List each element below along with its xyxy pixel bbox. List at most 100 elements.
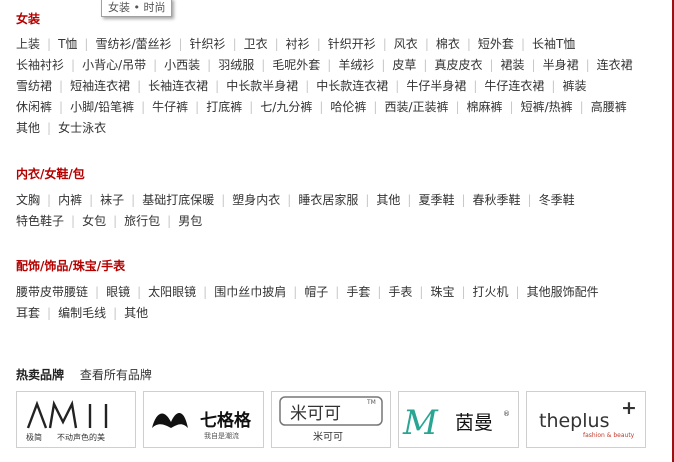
- category-link[interactable]: 羽绒服: [218, 58, 254, 72]
- category-link[interactable]: 手表: [388, 285, 412, 299]
- link-separator: |: [137, 285, 142, 299]
- category-link[interactable]: 打底裤: [206, 100, 242, 114]
- link-separator: |: [95, 285, 100, 299]
- category-link[interactable]: 春秋季鞋: [473, 193, 521, 207]
- category-links: 腰带皮带腰链 | 眼镜 | 太阳眼镜 | 围巾丝巾披肩 | 帽子 | 手套 | 手表 | 珠宝 | 打火机 | 其他…: [16, 282, 656, 324]
- category-link[interactable]: 真皮皮衣: [434, 58, 482, 72]
- link-separator: |: [381, 58, 386, 72]
- category-link[interactable]: 中长款半身裙: [226, 79, 298, 93]
- category-link[interactable]: 针织开衫: [328, 37, 376, 51]
- category-link[interactable]: 羊绒衫: [338, 58, 374, 72]
- category-link[interactable]: 夏季鞋: [418, 193, 454, 207]
- category-link[interactable]: 围巾丝巾披肩: [214, 285, 286, 299]
- category-link[interactable]: 其他服饰配件: [527, 285, 599, 299]
- category-link[interactable]: 卫衣: [244, 37, 268, 51]
- category-link[interactable]: 打火机: [473, 285, 509, 299]
- category-link[interactable]: 牛仔裤: [152, 100, 188, 114]
- category-link[interactable]: 小背心/吊带: [82, 58, 146, 72]
- category-link[interactable]: 其他: [16, 121, 40, 135]
- category-link[interactable]: 帽子: [304, 285, 328, 299]
- category-link[interactable]: 棉麻裤: [467, 100, 503, 114]
- category-link[interactable]: 太阳眼镜: [148, 285, 196, 299]
- link-separator: |: [89, 193, 94, 207]
- category-link[interactable]: 内裤: [58, 193, 82, 207]
- category-link[interactable]: 小脚/铅笔裤: [70, 100, 134, 114]
- category-link[interactable]: 衬衫: [286, 37, 310, 51]
- link-separator: |: [423, 58, 428, 72]
- category-link[interactable]: 男包: [178, 214, 202, 228]
- category-link[interactable]: 雪纺裙: [16, 79, 52, 93]
- category-link[interactable]: 手套: [346, 285, 370, 299]
- category-link[interactable]: 其他: [376, 193, 400, 207]
- qigege-tag: 我自是潮流: [204, 431, 239, 440]
- category-link[interactable]: T恤: [58, 37, 77, 51]
- link-separator: |: [527, 193, 532, 207]
- category-link[interactable]: 休闲裤: [16, 100, 52, 114]
- category-link[interactable]: 短袖连衣裙: [70, 79, 130, 93]
- link-separator: |: [84, 37, 89, 51]
- link-separator: |: [137, 79, 142, 93]
- category-link[interactable]: 其他: [124, 306, 148, 320]
- category-link[interactable]: 连衣裙: [597, 58, 633, 72]
- category-link[interactable]: 长袖衬衫: [16, 58, 64, 72]
- category-link[interactable]: 长袖T恤: [532, 37, 575, 51]
- link-separator: |: [395, 79, 400, 93]
- category-link[interactable]: 女包: [82, 214, 106, 228]
- category-link[interactable]: 哈伦裤: [330, 100, 366, 114]
- section-title[interactable]: 内衣/女鞋/包: [16, 163, 656, 185]
- category-link[interactable]: 短裤/热裤: [521, 100, 573, 114]
- mikeke-sub: 米可可: [313, 430, 343, 443]
- category-link[interactable]: 中长款连衣裙: [316, 79, 388, 93]
- brand-logo-amii[interactable]: 极简 不动声色的美: [16, 391, 136, 448]
- category-link[interactable]: 耳套: [16, 306, 40, 320]
- category-link[interactable]: 牛仔半身裙: [406, 79, 466, 93]
- brand-logo-mikeke[interactable]: 米可可 TM 米可可: [271, 391, 391, 448]
- section-title[interactable]: 女装: [16, 8, 656, 30]
- category-link[interactable]: 长袖连衣裙: [148, 79, 208, 93]
- category-link[interactable]: 基础打底保暖: [142, 193, 214, 207]
- category-link[interactable]: 皮草: [392, 58, 416, 72]
- category-link[interactable]: 上装: [16, 37, 40, 51]
- category-link[interactable]: 牛仔连衣裙: [484, 79, 544, 93]
- link-separator: |: [207, 58, 212, 72]
- category-link[interactable]: 冬季鞋: [539, 193, 575, 207]
- link-separator: |: [47, 306, 52, 320]
- link-separator: |: [520, 37, 525, 51]
- category-link[interactable]: 风衣: [394, 37, 418, 51]
- view-all-brands-link[interactable]: 查看所有品牌: [80, 368, 152, 382]
- category-link[interactable]: 半身裙: [543, 58, 579, 72]
- category-link[interactable]: 针织衫: [190, 37, 226, 51]
- category-link[interactable]: 裤装: [562, 79, 586, 93]
- brand-logo-yinman[interactable]: M 茵曼 ®: [398, 391, 519, 448]
- category-link[interactable]: 眼镜: [106, 285, 130, 299]
- category-link[interactable]: 文胸: [16, 193, 40, 207]
- brand-logo-qigege[interactable]: 七格格 我自是潮流: [143, 391, 264, 448]
- category-link[interactable]: 睡衣居家服: [298, 193, 358, 207]
- link-separator: |: [579, 100, 584, 114]
- link-separator: |: [509, 100, 514, 114]
- category-link[interactable]: 棉衣: [436, 37, 460, 51]
- category-link[interactable]: 七/九分裤: [260, 100, 312, 114]
- link-separator: |: [287, 193, 292, 207]
- mikeke-logo: 米可可 TM 米可可: [279, 396, 383, 443]
- category-link[interactable]: 腰带皮带腰链: [16, 285, 88, 299]
- category-link[interactable]: 小西装: [164, 58, 200, 72]
- category-link[interactable]: 特色鞋子: [16, 214, 64, 228]
- category-link[interactable]: 高腰裤: [591, 100, 627, 114]
- category-link[interactable]: 塑身内衣: [232, 193, 280, 207]
- category-link[interactable]: 女士泳衣: [58, 121, 106, 135]
- category-link[interactable]: 毛呢外套: [272, 58, 320, 72]
- category-link[interactable]: 雪纺衫/蕾丝衫: [95, 37, 171, 51]
- category-link[interactable]: 西装/正装裤: [384, 100, 448, 114]
- section-title[interactable]: 配饰/饰品/珠宝/手表: [16, 255, 656, 277]
- category-link[interactable]: 编制毛线: [58, 306, 106, 320]
- hot-brands-title: 热卖品牌: [16, 368, 65, 382]
- category-link[interactable]: 袜子: [100, 193, 124, 207]
- category-link[interactable]: 短外套: [478, 37, 514, 51]
- brand-logo-theplus[interactable]: theplus + fashion & beauty: [526, 391, 646, 448]
- link-separator: |: [327, 58, 332, 72]
- category-link[interactable]: 旅行包: [124, 214, 160, 228]
- qigege-name: 七格格: [200, 410, 252, 431]
- category-link[interactable]: 裙装: [501, 58, 525, 72]
- category-link[interactable]: 珠宝: [430, 285, 454, 299]
